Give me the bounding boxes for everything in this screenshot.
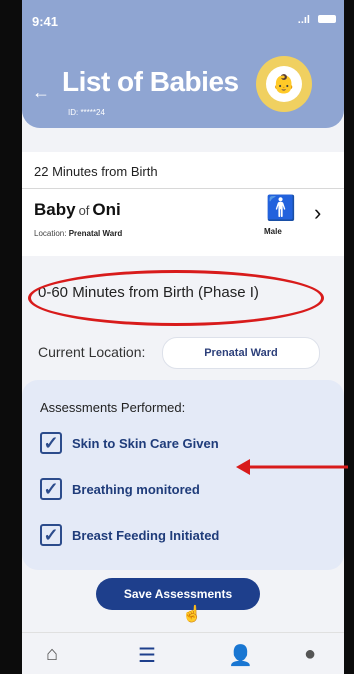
- phase-section: 0-60 Minutes from Birth (Phase I): [22, 266, 344, 326]
- current-location-select[interactable]: Prenatal Ward: [162, 337, 320, 369]
- assessment-item[interactable]: ✓ Breathing monitored: [40, 478, 200, 500]
- current-location-label: Current Location:: [38, 344, 146, 360]
- checkbox-checked-icon[interactable]: ✓: [40, 524, 62, 546]
- assessment-label: Skin to Skin Care Given: [72, 435, 219, 451]
- list-icon[interactable]: ☰: [138, 643, 156, 668]
- status-time: 9:41: [32, 14, 59, 29]
- hand-cursor-icon: ☝: [182, 606, 202, 623]
- assessment-label: Breathing monitored: [72, 481, 200, 497]
- app-header: 9:41 ..ıl ← List of Babies ID: *****24 👶: [22, 0, 344, 128]
- left-border: [0, 0, 22, 674]
- back-arrow-icon[interactable]: ←: [32, 82, 50, 103]
- checkbox-checked-icon[interactable]: ✓: [40, 478, 62, 500]
- battery-icon: [318, 15, 336, 23]
- home-icon[interactable]: ⌂: [46, 643, 58, 666]
- current-location-value: Prenatal Ward: [204, 347, 278, 359]
- baby-name-of: of: [78, 203, 90, 218]
- nurse-icon[interactable]: 👤: [228, 643, 253, 668]
- location-label: Location:: [34, 229, 67, 238]
- checkbox-checked-icon[interactable]: ✓: [40, 432, 62, 454]
- male-icon: 🚹: [266, 195, 296, 222]
- assessment-item[interactable]: ✓ Breast Feeding Initiated: [40, 524, 219, 546]
- chevron-right-icon[interactable]: ›: [314, 200, 321, 226]
- location-value: Prenatal Ward: [68, 229, 123, 238]
- profile-icon[interactable]: ●: [304, 643, 316, 666]
- annotation-ellipse: [28, 270, 324, 326]
- save-button-label: Save Assessments: [123, 587, 233, 601]
- page-title: List of Babies: [62, 66, 239, 97]
- assessment-label: Breast Feeding Initiated: [72, 527, 220, 543]
- baby-location: Location: Prenatal Ward: [34, 229, 122, 238]
- baby-logo-icon: 👶: [266, 66, 302, 102]
- save-assessments-button[interactable]: Save Assessments: [96, 578, 260, 610]
- baby-name-last: Oni: [92, 200, 121, 219]
- baby-name-first: Baby: [34, 200, 76, 219]
- gender-label: Male: [264, 227, 282, 236]
- right-border: [344, 0, 354, 674]
- phone-screen: 9:41 ..ıl ← List of Babies ID: *****24 👶…: [22, 0, 344, 674]
- user-id: ID: *****24: [68, 108, 105, 117]
- signal-icon: ..ıl: [297, 14, 310, 26]
- minutes-from-birth: 22 Minutes from Birth: [34, 164, 158, 179]
- screenshot-frame: 9:41 ..ıl ← List of Babies ID: *****24 👶…: [0, 0, 354, 674]
- baby-name: Baby of Oni: [34, 200, 121, 220]
- baby-card[interactable]: 22 Minutes from Birth Baby of Oni Location…: [22, 152, 344, 256]
- assessments-title: Assessments Performed:: [40, 400, 186, 415]
- bottom-nav: ⌂ ☰ 👤 ●: [22, 632, 344, 674]
- org-logo: 👶: [256, 56, 312, 112]
- annotation-arrow: [236, 459, 348, 475]
- assessment-item[interactable]: ✓ Skin to Skin Care Given: [40, 432, 219, 454]
- baby-card-header: 22 Minutes from Birth: [22, 152, 344, 189]
